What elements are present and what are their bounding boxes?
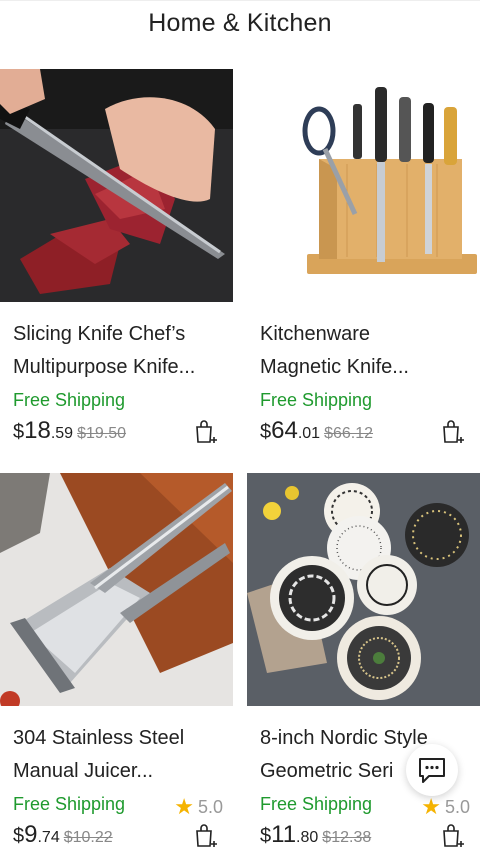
product-card[interactable]: 304 Stainless Steel Manual Juicer... Fre… — [0, 473, 233, 853]
page-header: Home & Kitchen — [0, 0, 480, 46]
add-to-cart-icon[interactable] — [442, 823, 466, 849]
price-whole: 64 — [271, 417, 298, 444]
chat-icon — [419, 758, 445, 783]
free-shipping-label: Free Shipping — [13, 794, 126, 814]
price-row: $ 11 .80 $12.38 — [260, 821, 470, 853]
price-cents: .80 — [296, 829, 319, 846]
add-to-cart-icon[interactable] — [442, 419, 466, 445]
price-whole: 11 — [271, 821, 297, 848]
price-whole: 18 — [24, 417, 51, 444]
product-image-knife-steak[interactable] — [0, 69, 233, 302]
chat-button[interactable] — [406, 744, 458, 796]
rating-value: 5.0 — [197, 796, 223, 817]
product-title-line2: Manual Juicer... — [13, 760, 154, 782]
old-price: $66.12 — [324, 425, 374, 442]
product-title-line2: Multipurpose Knife... — [13, 356, 196, 378]
price-currency: $ — [13, 421, 25, 443]
price-currency: $ — [13, 825, 25, 847]
price-cents: .01 — [297, 425, 321, 442]
product-image-juicer[interactable] — [0, 473, 233, 706]
rating: ★ 5.0 — [421, 794, 470, 820]
free-shipping-label: Free Shipping — [260, 794, 373, 814]
product-title-line1: Slicing Knife Chef’s — [13, 323, 186, 345]
free-shipping-label: Free Shipping — [260, 390, 373, 410]
product-title[interactable]: Slicing Knife Chef’s Multipurpose Knife.… — [13, 318, 223, 384]
add-to-cart-icon[interactable] — [195, 823, 219, 849]
product-grid: Slicing Knife Chef’s Multipurpose Knife.… — [0, 69, 480, 853]
shipping-row: Free Shipping — [260, 384, 470, 417]
old-price: $12.38 — [322, 829, 372, 846]
rating-value: 5.0 — [444, 796, 470, 817]
product-title[interactable]: 304 Stainless Steel Manual Juicer... — [13, 722, 223, 788]
product-title-line1: 304 Stainless Steel — [13, 727, 185, 749]
old-price: $19.50 — [77, 425, 127, 442]
price-whole: 9 — [24, 821, 38, 848]
product-card[interactable]: Kitchenware Magnetic Knife... Free Shipp… — [247, 69, 480, 473]
price-row: $ 18 .59 $19.50 — [13, 417, 223, 451]
price-currency: $ — [260, 825, 272, 847]
price-currency: $ — [260, 421, 272, 443]
product-title-line2: Magnetic Knife... — [260, 356, 409, 378]
rating: ★ 5.0 — [174, 794, 223, 820]
product-card[interactable]: 8-inch Nordic Style Geometric Seri Free … — [247, 473, 480, 853]
shipping-row: Free Shipping ★ 5.0 — [13, 788, 223, 821]
product-image-plates[interactable] — [247, 473, 480, 706]
star-icon: ★ — [174, 794, 194, 819]
product-card[interactable]: Slicing Knife Chef’s Multipurpose Knife.… — [0, 69, 233, 473]
price-row: $ 9 .74 $10.22 — [13, 821, 223, 853]
shipping-row: Free Shipping — [13, 384, 223, 417]
price-cents: .59 — [50, 425, 74, 442]
product-title[interactable]: Kitchenware Magnetic Knife... — [260, 318, 470, 384]
free-shipping-label: Free Shipping — [13, 390, 126, 410]
product-title-line1: Kitchenware — [260, 323, 371, 345]
page-title: Home & Kitchen — [148, 9, 332, 37]
add-to-cart-icon[interactable] — [195, 419, 219, 445]
product-image-knife-block[interactable] — [247, 69, 480, 302]
price-cents: .74 — [37, 829, 60, 846]
price-row: $ 64 .01 $66.12 — [260, 417, 470, 451]
old-price: $10.22 — [63, 829, 113, 846]
star-icon: ★ — [421, 794, 441, 819]
